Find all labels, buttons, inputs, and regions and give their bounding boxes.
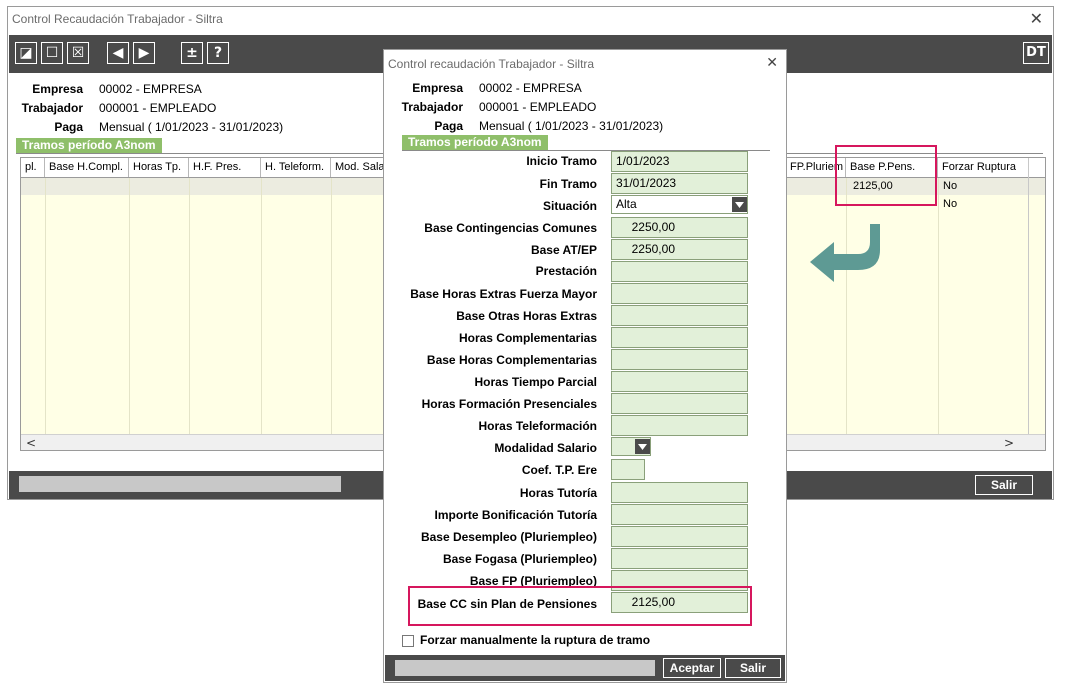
empresa-label: Empresa (32, 82, 83, 96)
inicio-tramo-field[interactable]: 1/01/2023 (611, 151, 748, 172)
dialog-titlebar: Control recaudación Trabajador - Siltra … (384, 50, 786, 74)
label-horas-formacion-presenciales: Horas Formación Presenciales (421, 397, 597, 411)
base-at-ep-field[interactable]: 2250,00 (611, 239, 748, 260)
col-h-teleform[interactable]: H. Teleform. (261, 158, 331, 177)
main-window-title: Control Recaudación Trabajador - Siltra (12, 12, 223, 26)
plusminus-icon[interactable]: ± (181, 42, 203, 64)
cell-forzar-ruptura: No (943, 180, 958, 192)
label-horas-teleformacion: Horas Teleformación (478, 419, 597, 433)
modalidad-salario-dropdown-icon[interactable] (635, 439, 650, 454)
grid-divider (45, 178, 46, 434)
dialog-status-field (395, 660, 655, 676)
dialog-exit-button[interactable]: Salir (725, 658, 781, 678)
label-base-horas-complementarias: Base Horas Complementarias (426, 353, 597, 367)
dialog-empresa-label: Empresa (412, 81, 463, 95)
trabajador-label: Trabajador (21, 101, 83, 115)
dialog-paga-label: Paga (434, 119, 463, 133)
base-desempleo-field[interactable] (611, 526, 748, 547)
situacion-value: Alta (616, 197, 637, 211)
grid-divider (1028, 158, 1029, 434)
situacion-dropdown-icon[interactable] (732, 197, 747, 212)
horas-formacion-presenciales-field[interactable] (611, 393, 748, 414)
next-icon[interactable]: ▶ (133, 42, 155, 64)
help-icon[interactable]: ? (207, 42, 229, 64)
forzar-ruptura-label: Forzar manualmente la ruptura de tramo (420, 633, 651, 647)
trabajador-value: 000001 - EMPLEADO (99, 101, 217, 115)
tab-tramos[interactable]: Tramos período A3nom (16, 138, 162, 153)
label-horas-tutoria: Horas Tutoría (519, 486, 597, 500)
situacion-select[interactable]: Alta (611, 195, 748, 214)
label-base-horas-extras-fm: Base Horas Extras Fuerza Mayor (410, 287, 597, 301)
label-base-otras-horas-extras: Base Otras Horas Extras (456, 309, 597, 323)
dialog-empresa-value: 00002 - EMPRESA (479, 81, 582, 95)
dialog-trabajador-value: 000001 - EMPLEADO (479, 100, 597, 114)
highlight-base-p-pens (835, 145, 937, 206)
grid-divider (129, 178, 130, 434)
importe-bonificacion-tutoria-field[interactable] (611, 504, 748, 525)
label-base-at-ep: Base AT/EP (530, 243, 597, 257)
dialog-bottom-bar: Aceptar Salir (385, 655, 785, 681)
prestacion-field[interactable] (611, 261, 748, 282)
edit-icon[interactable]: ◪ (15, 42, 37, 64)
scroll-left-icon[interactable]: < (26, 436, 36, 450)
curved-arrow-icon (810, 224, 880, 282)
main-titlebar: Control Recaudación Trabajador - Siltra … (8, 7, 1053, 31)
prev-icon[interactable]: ◀ (107, 42, 129, 64)
horas-tutoria-field[interactable] (611, 482, 748, 503)
label-horas-complementarias: Horas Complementarias (458, 331, 597, 345)
main-status-field (19, 476, 341, 492)
label-prestacion: Prestación (535, 264, 597, 278)
label-inicio-tramo: Inicio Tramo (526, 154, 597, 168)
fin-tramo-field[interactable]: 31/01/2023 (611, 173, 748, 194)
col-pl[interactable]: pl. (21, 158, 45, 177)
label-fin-tramo: Fin Tramo (539, 177, 597, 191)
base-horas-complementarias-field[interactable] (611, 349, 748, 370)
grid-divider (189, 178, 190, 434)
col-mod-salario[interactable]: Mod. Sala (331, 158, 391, 177)
label-base-fogasa: Base Fogasa (Pluriempleo) (442, 552, 597, 566)
highlight-base-cc-sin-plan (408, 586, 752, 626)
horas-tiempo-parcial-field[interactable] (611, 371, 748, 392)
grid-divider (331, 178, 332, 434)
label-importe-bonificacion-tutoria: Importe Bonificación Tutoría (434, 508, 597, 522)
dialog-title: Control recaudación Trabajador - Siltra (388, 57, 595, 71)
forzar-ruptura-checkbox[interactable] (402, 635, 414, 647)
label-base-desempleo: Base Desempleo (Pluriempleo) (420, 530, 597, 544)
main-close-button[interactable]: ✕ (1030, 9, 1043, 28)
label-situacion: Situación (542, 199, 597, 213)
label-coef-tp-ere: Coef. T.P. Ere (521, 463, 597, 477)
paga-label: Paga (54, 120, 83, 134)
base-otras-horas-extras-field[interactable] (611, 305, 748, 326)
label-modalidad-salario: Modalidad Salario (494, 441, 597, 455)
new-icon[interactable]: ☐ (41, 42, 63, 64)
empresa-value: 00002 - EMPRESA (99, 82, 202, 96)
paga-value: Mensual ( 1/01/2023 - 31/01/2023) (99, 120, 284, 134)
main-exit-button[interactable]: Salir (975, 475, 1033, 495)
dialog-paga-value: Mensual ( 1/01/2023 - 31/01/2023) (479, 119, 664, 133)
base-fogasa-field[interactable] (611, 548, 748, 569)
label-base-contingencias: Base Contingencias Comunes (424, 221, 597, 235)
coef-tp-ere-field[interactable] (611, 459, 645, 480)
dialog-tab-tramos[interactable]: Tramos período A3nom (402, 135, 548, 150)
accept-button[interactable]: Aceptar (663, 658, 721, 678)
cell-forzar-ruptura: No (943, 198, 958, 210)
horas-teleformacion-field[interactable] (611, 415, 748, 436)
grid-divider (261, 178, 262, 434)
dt-button[interactable]: DT (1023, 42, 1049, 64)
grid-divider (938, 178, 939, 434)
dialog-trabajador-label: Trabajador (401, 100, 463, 114)
horas-complementarias-field[interactable] (611, 327, 748, 348)
base-horas-extras-fm-field[interactable] (611, 283, 748, 304)
col-horas-tp[interactable]: Horas Tp. (129, 158, 189, 177)
col-hf-pres[interactable]: H.F. Pres. (189, 158, 261, 177)
base-contingencias-field[interactable]: 2250,00 (611, 217, 748, 238)
scroll-right-icon[interactable]: > (1004, 436, 1014, 450)
col-base-h-compl[interactable]: Base H.Compl. (45, 158, 129, 177)
label-horas-tiempo-parcial: Horas Tiempo Parcial (474, 375, 598, 389)
delete-icon[interactable]: ☒ (67, 42, 89, 64)
dialog-close-button[interactable]: ✕ (766, 55, 778, 71)
col-forzar-ruptura[interactable]: Forzar Ruptura (938, 158, 1045, 177)
grid-divider (846, 178, 847, 434)
